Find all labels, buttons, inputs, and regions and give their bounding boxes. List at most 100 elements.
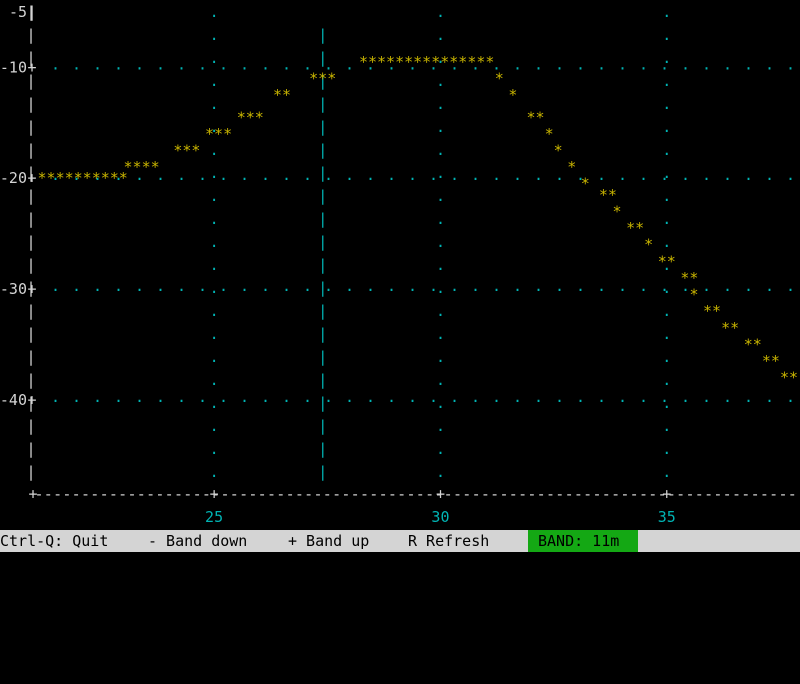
grid-dot: . [177,166,186,184]
marker-line-segment: | [318,210,327,228]
grid-dot: . [450,166,459,184]
marker-line-segment: | [318,187,327,205]
y-axis-segment: | [26,233,35,251]
grid-dot: . [618,55,627,73]
y-tick-mark: + [27,169,36,187]
grid-dot: . [436,325,445,343]
data-point: * [508,86,517,104]
refresh-shortcut[interactable]: R Refresh [408,530,489,552]
data-point: **** [124,158,160,176]
grid-dot: . [702,277,711,295]
grid-dot: . [765,55,774,73]
grid-dot: . [261,388,270,406]
grid-dot: . [681,166,690,184]
x-axis-segment: - [639,485,648,503]
grid-dot: . [436,463,445,481]
data-point: ** [599,186,617,204]
grid-dot: . [261,55,270,73]
grid-dot: . [303,388,312,406]
x-axis-segment: - [732,485,741,503]
grid-dot: . [786,277,795,295]
marker-line-segment: | [318,141,327,159]
x-axis-segment: - [444,485,453,503]
x-axis-segment: - [146,485,155,503]
y-axis-segment: | [26,95,35,113]
x-tick-mark: + [210,485,219,503]
y-axis-segment: | [26,118,35,136]
grid-dot: . [303,277,312,295]
grid-dot: . [198,166,207,184]
x-axis-segment: - [741,485,750,503]
x-axis-segment: - [583,485,592,503]
x-axis-segment: - [183,485,192,503]
band-down-shortcut[interactable]: - Band down [148,530,247,552]
grid-dot: . [114,388,123,406]
grid-dot: . [555,55,564,73]
x-axis-segment: - [174,485,183,503]
y-tick-label: -40 [0,391,27,409]
x-tick-mark: + [436,485,445,503]
x-axis-segment: - [499,485,508,503]
x-axis-segment: - [239,485,248,503]
grid-dot: . [210,279,219,297]
grid-dot: . [198,388,207,406]
grid-dot: . [436,440,445,458]
data-point: ** [626,219,644,237]
data-point: ** [703,302,721,320]
grid-dot: . [471,166,480,184]
grid-dot: . [639,277,648,295]
grid-dot: . [219,166,228,184]
grid-dot: . [723,166,732,184]
grid-dot: . [765,277,774,295]
grid-dot: . [723,55,732,73]
grid-dot: . [450,277,459,295]
grid-dot: . [436,371,445,389]
data-point: * [612,202,621,220]
grid-dot: . [345,55,354,73]
x-axis-segment: - [295,485,304,503]
grid-dot: . [471,277,480,295]
x-axis-segment: - [695,485,704,503]
x-axis-segment: - [630,485,639,503]
x-axis-segment: - [611,485,620,503]
grid-dot: . [618,166,627,184]
grid-dot: . [436,118,445,136]
quit-shortcut[interactable]: Ctrl-Q: Quit [0,530,108,552]
grid-dot: . [662,95,671,113]
x-axis-segment: - [704,485,713,503]
grid-dot: . [261,166,270,184]
grid-dot: . [597,388,606,406]
y-axis-segment: | [26,417,35,435]
grid-dot: . [93,277,102,295]
grid-dot: . [408,277,417,295]
x-axis-segment: - [723,485,732,503]
grid-dot: . [744,166,753,184]
grid-dot: . [534,388,543,406]
grid-dot: . [555,388,564,406]
x-axis-segment: - [304,485,313,503]
grid-dot: . [303,166,312,184]
grid-dot: . [210,302,219,320]
grid-dot: . [345,388,354,406]
grid-dot: . [492,166,501,184]
grid-dot: . [662,141,671,159]
x-axis-segment: - [118,485,127,503]
data-point: *** [309,69,336,87]
y-axis-segment: | [26,440,35,458]
grid-dot: . [436,256,445,274]
grid-dot: . [135,277,144,295]
grid-dot: . [114,277,123,295]
data-point: * [689,286,698,304]
grid-dot: . [219,388,228,406]
grid-dot: . [639,388,648,406]
y-axis-segment: | [26,210,35,228]
grid-dot: . [744,388,753,406]
grid-dot: . [662,72,671,90]
grid-dot: . [135,55,144,73]
x-axis-segment: - [313,485,322,503]
grid-dot: . [597,55,606,73]
band-up-shortcut[interactable]: + Band up [288,530,369,552]
grid-dot: . [534,55,543,73]
x-axis-segment: - [44,485,53,503]
grid-dot: . [513,388,522,406]
